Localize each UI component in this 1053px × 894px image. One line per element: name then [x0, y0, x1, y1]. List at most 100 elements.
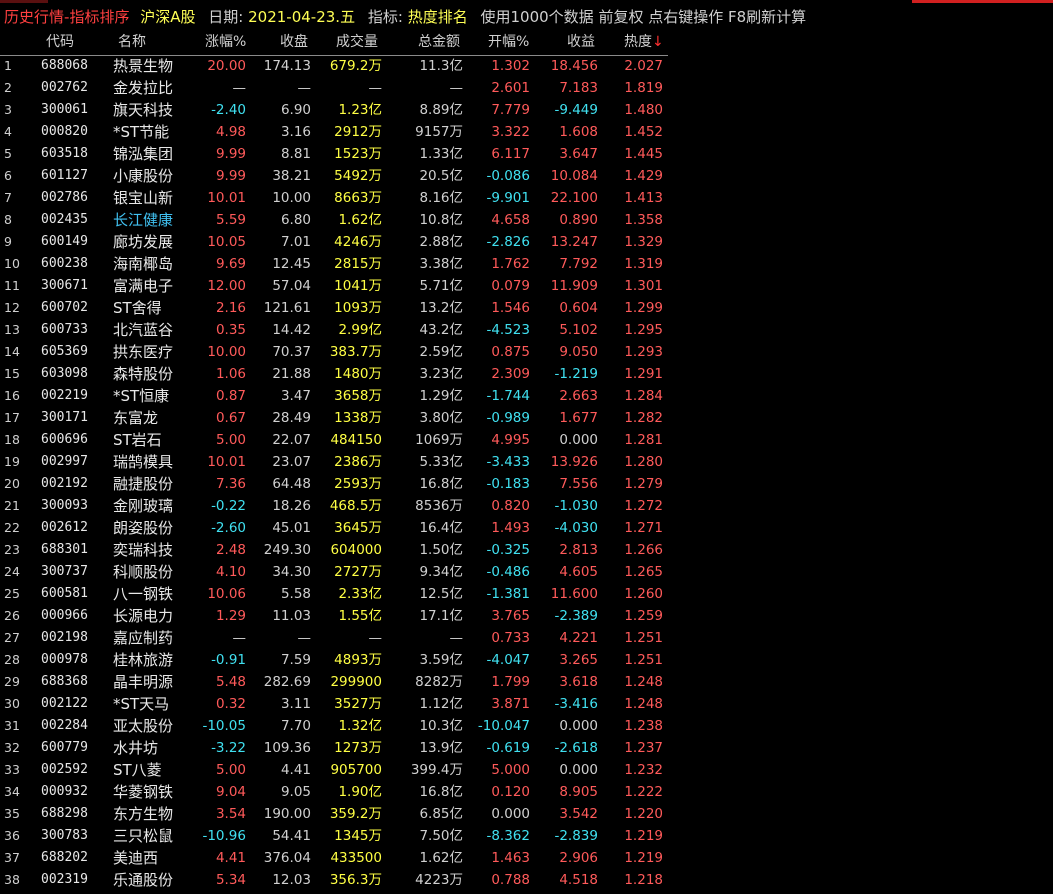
indicator-sort-link[interactable]: 指标排序 [69, 6, 129, 28]
table-row[interactable]: 10 600238 海南椰岛 9.69 12.45 2815万 3.38亿 1.762 7.79… [0, 253, 670, 275]
table-row[interactable]: 12 600702 ST舍得 2.16 121.61 1093万 13.2亿 1.546 0.6… [0, 297, 670, 319]
col-header-change-pct[interactable]: 涨幅% [205, 30, 246, 54]
market-selector[interactable]: 沪深A股 [140, 6, 195, 28]
table-row[interactable]: 34 000932 华菱钢铁 9.04 9.05 1.90亿 16.8亿 0.120 8.905… [0, 781, 670, 803]
open-pct: 1.546 [491, 300, 530, 316]
table-row[interactable]: 14 605369 拱东医疗 10.00 70.37 383.7万 2.59亿 0.875 9.… [0, 341, 670, 363]
col-header-heat[interactable]: 热度↓ [624, 30, 664, 54]
table-row[interactable]: 36 300783 三只松鼠 -10.96 54.41 1345万 7.50亿 -8.362 -… [0, 825, 670, 847]
table-row[interactable]: 16 002219 *ST恒康 0.87 3.47 3658万 1.29亿 -1.744 2.6… [0, 385, 670, 407]
close-price: 9.05 [280, 784, 311, 800]
table-row[interactable]: 11 300671 富满电子 12.00 57.04 1041万 5.71亿 0.079 11.… [0, 275, 670, 297]
table-row[interactable]: 25 600581 八一钢铁 10.06 5.58 2.33亿 12.5亿 -1.381 11.… [0, 583, 670, 605]
table-row[interactable]: 20 002192 融捷股份 7.36 64.48 2593万 16.8亿 -0.183 7.5… [0, 473, 670, 495]
heat-value: 1.319 [624, 256, 663, 272]
stock-code: 600779 [41, 740, 88, 755]
heat-value: 1.358 [624, 212, 663, 228]
close-price: 12.03 [272, 872, 311, 888]
table-row[interactable]: 29 688368 晶丰明源 5.48 282.69 299900 8282万 1.799 3.… [0, 671, 670, 693]
return-value: 7.183 [559, 80, 598, 96]
stock-name: ST八菱 [113, 761, 162, 779]
app-logo-fragment [0, 0, 48, 3]
table-row[interactable]: 17 300171 东富龙 0.67 28.49 1338万 3.80亿 -0.989 1.67… [0, 407, 670, 429]
stock-name: *ST天马 [113, 695, 170, 713]
stock-code: 000978 [41, 652, 88, 667]
change-pct: 0.67 [215, 410, 246, 426]
amount: 2.88亿 [419, 234, 463, 250]
table-row[interactable]: 35 688298 东方生物 3.54 190.00 359.2万 6.85亿 0.000 3.… [0, 803, 670, 825]
change-pct: 5.34 [215, 872, 246, 888]
table-row[interactable]: 6 601127 小康股份 9.99 38.21 5492万 20.5亿 -0.086 10.0… [0, 165, 670, 187]
table-row[interactable]: 27 002198 嘉应制药 — — — — 0.733 4.221 1.251 [0, 627, 670, 649]
col-header-return[interactable]: 收益 [567, 30, 595, 54]
heat-value: 1.220 [624, 806, 663, 822]
table-row[interactable]: 18 600696 ST岩石 5.00 22.07 484150 1069万 4.995 0.0… [0, 429, 670, 451]
table-row[interactable]: 19 002997 瑞鹄模具 10.01 23.07 2386万 5.33亿 -3.433 13… [0, 451, 670, 473]
table-row[interactable]: 13 600733 北汽蓝谷 0.35 14.42 2.99亿 43.2亿 -4.523 5.1… [0, 319, 670, 341]
history-quote-link[interactable]: 历史行情 [0, 6, 64, 28]
close-price: 3.16 [280, 124, 311, 140]
table-row[interactable]: 32 600779 水井坊 -3.22 109.36 1273万 13.9亿 -0.619 -2… [0, 737, 670, 759]
heat-value: 1.445 [624, 146, 663, 162]
table-row[interactable]: 2 002762 金发拉比 — — — — 2.601 7.183 1.819 [0, 77, 670, 99]
table-row[interactable]: 24 300737 科顺股份 4.10 34.30 2727万 9.34亿 -0.486 4.6… [0, 561, 670, 583]
col-header-amount[interactable]: 总金额 [418, 30, 460, 54]
col-header-close[interactable]: 收盘 [280, 30, 308, 54]
table-row[interactable]: 30 002122 *ST天马 0.32 3.11 3527万 1.12亿 3.871 -3.4… [0, 693, 670, 715]
open-pct: 1.463 [491, 850, 530, 866]
table-row[interactable]: 22 002612 朗姿股份 -2.60 45.01 3645万 16.4亿 1.493 -4.… [0, 517, 670, 539]
table-row[interactable]: 7 002786 银宝山新 10.01 10.00 8663万 8.16亿 -9.901 22.… [0, 187, 670, 209]
table-row[interactable]: 31 002284 亚太股份 -10.05 7.70 1.32亿 10.3亿 -10.047 0… [0, 715, 670, 737]
row-index: 10 [4, 256, 20, 271]
date-value[interactable]: 2021-04-23.五 [248, 6, 355, 28]
row-index: 22 [4, 520, 20, 535]
table-row[interactable]: 9 600149 廊坊发展 10.05 7.01 4246万 2.88亿 -2.826 13.2… [0, 231, 670, 253]
table-row[interactable]: 33 002592 ST八菱 5.00 4.41 905700 399.4万 5.000 0.0… [0, 759, 670, 781]
indicator-name[interactable]: 热度排名 [408, 6, 468, 28]
change-pct: 10.06 [207, 586, 246, 602]
row-index: 25 [4, 586, 20, 601]
stock-code: 002592 [41, 762, 88, 777]
amount: — [449, 630, 464, 646]
amount: 6.85亿 [419, 806, 463, 822]
stock-name: 瑞鹄模具 [113, 453, 174, 471]
volume: 433500 [330, 850, 382, 866]
return-value: -1.030 [554, 498, 598, 514]
return-value: -3.416 [554, 696, 598, 712]
col-header-code[interactable]: 代码 [46, 30, 74, 54]
table-row[interactable]: 38 002319 乐通股份 5.34 12.03 356.3万 4223万 0.788 4.5… [0, 869, 670, 891]
change-pct: -2.40 [211, 102, 246, 118]
col-header-name[interactable]: 名称 [118, 30, 146, 54]
table-row[interactable]: 28 000978 桂林旅游 -0.91 7.59 4893万 3.59亿 -4.047 3.2… [0, 649, 670, 671]
row-index: 3 [4, 102, 12, 117]
amount: 1069万 [415, 432, 463, 448]
table-row[interactable]: 4 000820 *ST节能 4.98 3.16 2912万 9157万 3.322 1.608… [0, 121, 670, 143]
table-row[interactable]: 26 000966 长源电力 1.29 11.03 1.55亿 17.1亿 3.765 -2.3… [0, 605, 670, 627]
volume: 8663万 [334, 190, 382, 206]
table-row[interactable]: 15 603098 森特股份 1.06 21.88 1480万 3.23亿 2.309 -1.2… [0, 363, 670, 385]
change-pct: -10.05 [202, 718, 246, 734]
return-value: 3.265 [559, 652, 598, 668]
table-row[interactable]: 8 002435 长江健康 5.59 6.80 1.62亿 10.8亿 4.658 0.890 1… [0, 209, 670, 231]
row-index: 33 [4, 762, 20, 777]
stock-name: 热景生物 [113, 57, 174, 75]
amount: 3.38亿 [419, 256, 463, 272]
table-row[interactable]: 23 688301 奕瑞科技 2.48 249.30 604000 1.50亿 -0.325 2… [0, 539, 670, 561]
stock-name: 朗姿股份 [113, 519, 174, 537]
table-row[interactable]: 37 688202 美迪西 4.41 376.04 433500 1.62亿 1.463 2.9… [0, 847, 670, 869]
return-value: -1.219 [554, 366, 598, 382]
change-pct: 7.36 [215, 476, 246, 492]
amount: 1.62亿 [419, 850, 463, 866]
table-row[interactable]: 5 603518 锦泓集团 9.99 8.81 1523万 1.33亿 6.117 3.647 1… [0, 143, 670, 165]
return-value: -2.618 [554, 740, 598, 756]
table-row[interactable]: 3 300061 旗天科技 -2.40 6.90 1.23亿 8.89亿 7.779 -9.44… [0, 99, 670, 121]
volume: 2593万 [334, 476, 382, 492]
heat-value: 1.452 [624, 124, 663, 140]
volume: 2386万 [334, 454, 382, 470]
amount: 3.80亿 [419, 410, 463, 426]
table-row[interactable]: 21 300093 金刚玻璃 -0.22 18.26 468.5万 8536万 0.820 -1… [0, 495, 670, 517]
volume: 679.2万 [329, 58, 382, 74]
col-header-open-pct[interactable]: 开幅% [488, 30, 529, 54]
table-row[interactable]: 1 688068 热景生物 20.00 174.13 679.2万 11.3亿 1.302 18… [0, 55, 670, 77]
col-header-volume[interactable]: 成交量 [336, 30, 378, 54]
